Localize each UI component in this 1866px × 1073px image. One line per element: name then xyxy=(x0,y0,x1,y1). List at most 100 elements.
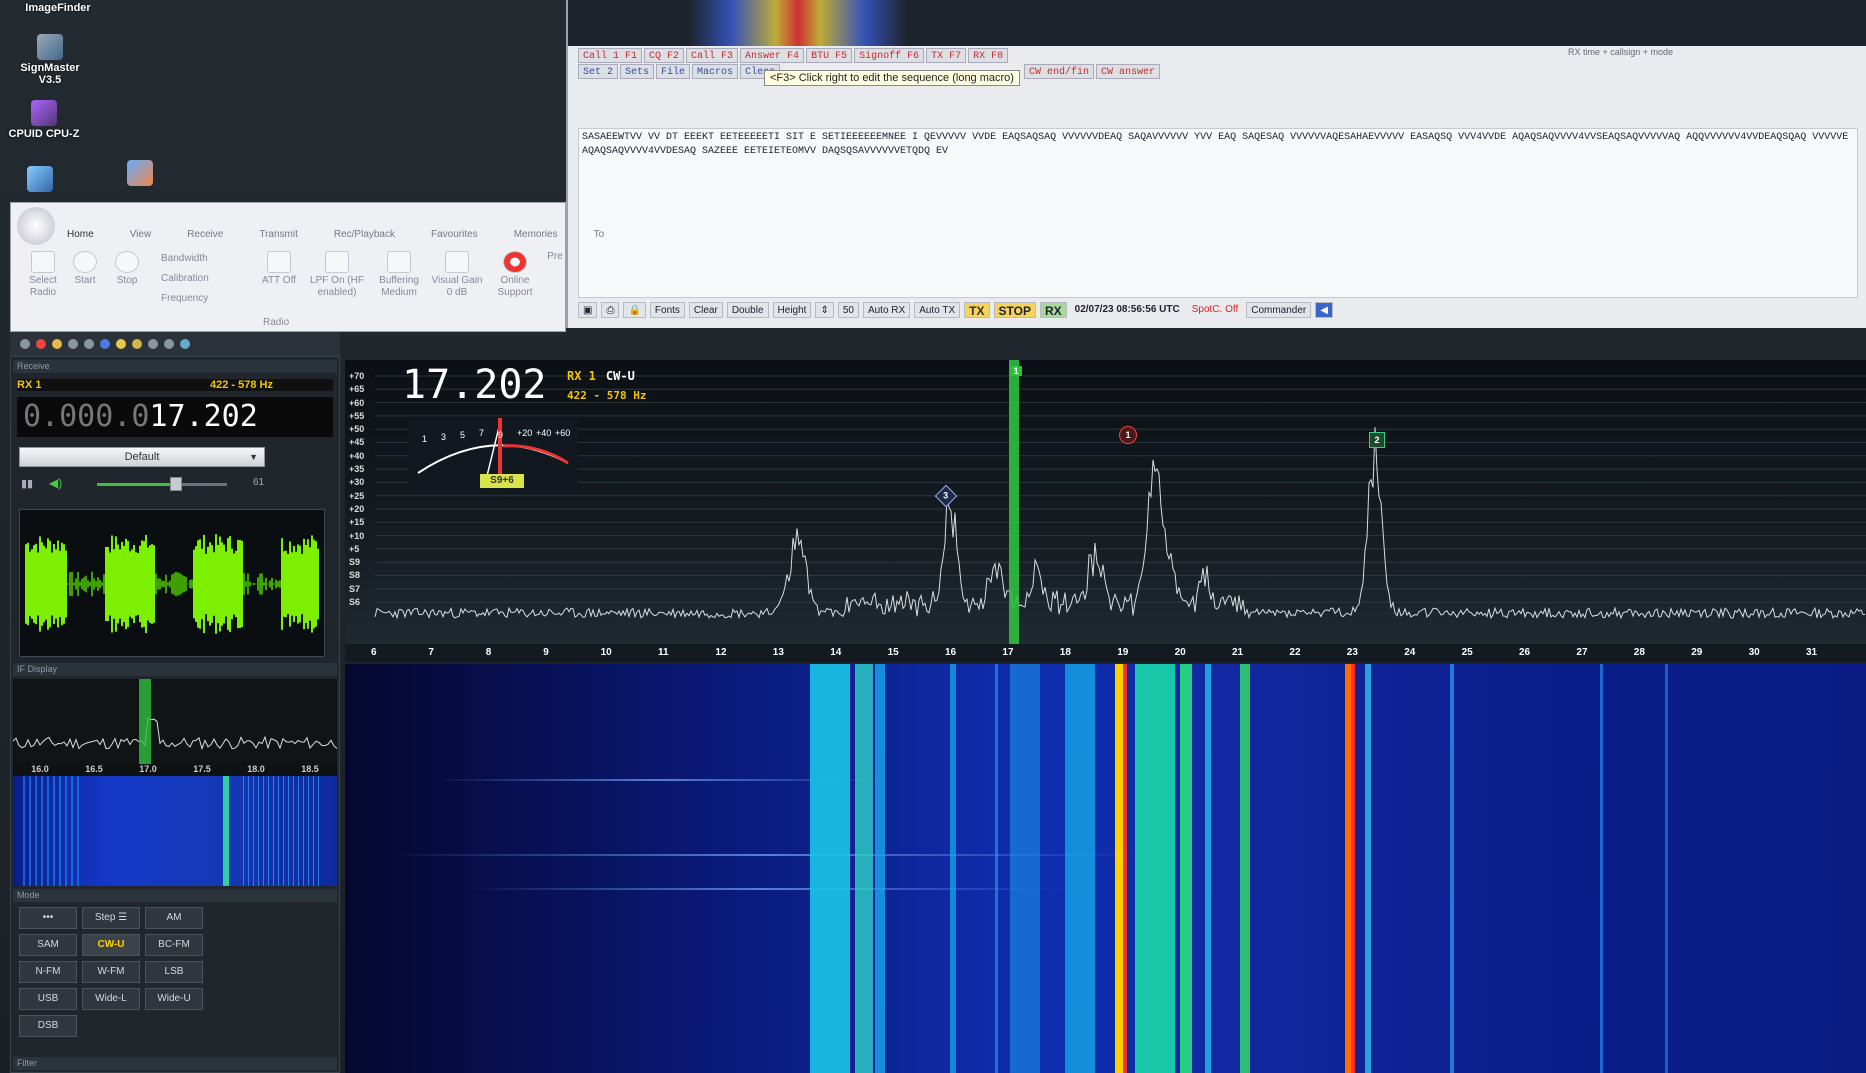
mode-button[interactable]: N-FM xyxy=(19,961,77,983)
desktop-icon-imagefinder[interactable]: ImageFinder xyxy=(18,2,98,14)
visual-gain-button[interactable]: Visual Gain 0 dB xyxy=(429,251,485,299)
play-icon xyxy=(73,251,97,273)
macro-button[interactable]: Sets xyxy=(620,64,655,79)
waterfall-signal-line xyxy=(1365,664,1371,1073)
if-waterfall[interactable] xyxy=(13,776,337,886)
fkey-button[interactable]: BTU F5 xyxy=(806,48,853,63)
tab-recplayback[interactable]: Rec/Playback xyxy=(334,229,395,240)
record-icon[interactable] xyxy=(36,339,46,349)
mode-button[interactable]: USB xyxy=(19,988,77,1010)
settings-icon[interactable] xyxy=(100,339,110,349)
marker-1-red[interactable]: 1 xyxy=(1119,426,1137,444)
fkey-button[interactable]: RX F8 xyxy=(968,48,1009,63)
waterfall-signal-line xyxy=(1123,664,1127,1073)
mode-button[interactable]: CW-U xyxy=(82,934,140,956)
frequency-button[interactable]: Frequency xyxy=(161,293,208,305)
mode-button[interactable]: AM xyxy=(145,907,203,929)
spotc-status[interactable]: SpotC. Off xyxy=(1188,302,1243,318)
macro-button[interactable]: CW answer xyxy=(1096,64,1161,79)
mode-button[interactable]: Wide-U xyxy=(145,988,203,1010)
mode-button[interactable]: Wide-L xyxy=(82,988,140,1010)
fkey-button[interactable]: Answer F4 xyxy=(740,48,805,63)
desktop-icon-app4[interactable] xyxy=(0,166,80,194)
print-icon[interactable]: ⎙ xyxy=(601,302,620,318)
tab-to[interactable]: To xyxy=(594,229,605,240)
mode-button[interactable]: BC-FM xyxy=(145,934,203,956)
fkey-button[interactable]: Call 1 F1 xyxy=(578,48,643,63)
online-support-button[interactable]: Online Support xyxy=(489,251,541,299)
tab-favourites[interactable]: Favourites xyxy=(431,229,478,240)
bandwidth-label: 422 - 578 Hz xyxy=(210,379,273,391)
tab-home[interactable]: Home xyxy=(67,229,94,240)
mode-button[interactable]: DSB xyxy=(19,1015,77,1037)
desktop-icon-signmaster[interactable]: SignMaster V3.5 xyxy=(10,34,90,86)
fonts-button[interactable]: Fonts xyxy=(649,302,685,318)
stop-icon[interactable] xyxy=(84,339,94,349)
mode-button[interactable]: Step ☰ xyxy=(82,907,140,929)
desktop-icon-cpuz[interactable]: CPUID CPU-Z xyxy=(4,100,84,140)
select-radio-button[interactable]: Select Radio xyxy=(21,251,65,299)
save-icon[interactable]: ▣ xyxy=(578,302,598,318)
tab-memories[interactable]: Memories xyxy=(514,229,558,240)
camera-icon[interactable] xyxy=(148,339,158,349)
frequency-display[interactable]: 0.000.017.202 xyxy=(17,397,333,437)
att-button[interactable]: ATT Off xyxy=(259,251,299,287)
undo-icon[interactable] xyxy=(180,339,190,349)
mode-button[interactable]: SAM xyxy=(19,934,77,956)
start-button[interactable]: Start xyxy=(65,251,105,287)
main-waterfall[interactable] xyxy=(345,664,1866,1073)
lpf-button[interactable]: LPF On (HF enabled) xyxy=(307,251,367,299)
mode-button[interactable]: W-FM xyxy=(82,961,140,983)
desktop-icon-app5[interactable] xyxy=(100,160,180,188)
if-display-header: IF Display xyxy=(13,663,337,676)
decoded-text-area[interactable]: SASAEEWTVV VV DT EEEKT EETEEEEETI SIT E … xyxy=(578,128,1858,298)
double-button[interactable]: Double xyxy=(726,302,769,318)
profile-dropdown[interactable]: Default ▼ xyxy=(19,447,265,467)
auto-rx-button[interactable]: Auto RX xyxy=(862,302,911,318)
speaker-icon[interactable]: ◀ xyxy=(1315,302,1333,318)
user-icon[interactable] xyxy=(164,339,174,349)
tx-button[interactable]: TX xyxy=(964,302,990,318)
fkey-button[interactable]: Call F3 xyxy=(686,48,739,63)
home-icon[interactable] xyxy=(20,339,30,349)
marker-1-green[interactable]: 1 xyxy=(1010,366,1022,376)
fkey-button[interactable]: CQ F2 xyxy=(644,48,685,63)
mode-buttons: ••• Step ☰ AM SAM CW-U BC-FM N-FM W-FM LSB USB Wid… xyxy=(19,907,249,1037)
stop-radio-button[interactable]: Stop xyxy=(107,251,147,287)
buffering-button[interactable]: Buffering Medium xyxy=(371,251,427,299)
fkey-button[interactable]: TX F7 xyxy=(926,48,967,63)
mode-button[interactable]: ••• xyxy=(19,907,77,929)
marker-2-green[interactable]: 2 xyxy=(1369,432,1385,448)
main-spectrum[interactable]: +70 +65 +60 +55 +50 +45 +40 +35 +30 +25 +20 +15 +10 +… xyxy=(345,360,1866,650)
macro-button[interactable]: File xyxy=(656,64,691,79)
height-stepper[interactable]: ⇕ xyxy=(815,302,834,318)
macro-button[interactable]: Macros xyxy=(692,64,739,79)
calibration-button[interactable]: Calibration xyxy=(161,273,209,285)
tab-view[interactable]: View xyxy=(130,229,152,240)
star-icon[interactable] xyxy=(116,339,126,349)
tab-receive[interactable]: Receive xyxy=(187,229,223,240)
bandwidth-button[interactable]: Bandwidth xyxy=(161,253,208,265)
fkey-button[interactable]: Signoff F6 xyxy=(854,48,925,63)
auto-tx-button[interactable]: Auto TX xyxy=(914,302,961,318)
app-orb-icon[interactable] xyxy=(17,207,55,245)
commander-button[interactable]: Commander xyxy=(1246,302,1312,318)
mode-button[interactable]: LSB xyxy=(145,961,203,983)
macro-button[interactable]: Set 2 xyxy=(578,64,619,79)
x-tick-label: 18 xyxy=(1059,647,1071,658)
speaker-icon[interactable]: ◀) xyxy=(49,476,62,490)
if-spectrum[interactable] xyxy=(12,679,338,764)
volume-slider-handle[interactable] xyxy=(170,477,183,491)
folder-icon[interactable] xyxy=(52,339,62,349)
play-icon[interactable] xyxy=(68,339,78,349)
rx-button[interactable]: RX xyxy=(1039,302,1067,318)
pre-button[interactable]: Pre xyxy=(545,251,565,263)
tab-transmit[interactable]: Transmit xyxy=(259,229,298,240)
lock-icon[interactable]: 🔒 xyxy=(623,302,646,318)
lock-icon[interactable] xyxy=(132,339,142,349)
height-value[interactable]: 50 xyxy=(837,302,859,318)
macro-button[interactable]: CW end/fin xyxy=(1024,64,1095,79)
clear-button[interactable]: Clear xyxy=(688,302,723,318)
x-tick-label: 14 xyxy=(830,647,842,658)
stop-button[interactable]: STOP xyxy=(993,302,1036,318)
